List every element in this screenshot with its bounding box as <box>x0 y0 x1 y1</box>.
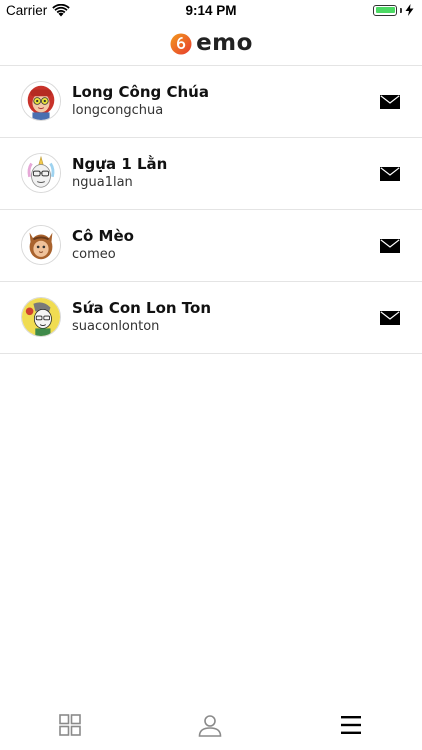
battery-icon <box>373 4 397 16</box>
contact-info: Cô Mèo comeo <box>72 226 134 264</box>
charging-bolt-icon <box>405 4 414 16</box>
status-time: 9:14 PM <box>185 3 237 18</box>
contact-username: ngua1lan <box>72 175 133 190</box>
tab-bar <box>0 702 422 750</box>
contact-name: Cô Mèo <box>72 227 134 245</box>
mail-icon[interactable] <box>380 239 400 253</box>
unicorn-horse-avatar <box>21 153 61 193</box>
contact-username: longcongchua <box>72 103 164 118</box>
contact-username: comeo <box>72 247 116 262</box>
contact-row[interactable]: Long Công Chúa longcongchua <box>0 65 422 138</box>
contact-row[interactable]: Cô Mèo comeo <box>0 210 422 282</box>
logo-mark-icon <box>170 33 192 55</box>
doodle-girl-avatar <box>21 297 61 337</box>
contact-list: Long Công Chúa longcongchua Ngựa 1 Lằn n… <box>0 65 422 354</box>
grid-icon[interactable] <box>57 712 83 738</box>
contact-name: Sứa Con Lon Ton <box>72 299 212 317</box>
contact-name: Long Công Chúa <box>72 83 209 101</box>
battery-indicator <box>373 4 414 16</box>
contact-info: Long Công Chúa longcongchua <box>72 82 209 120</box>
mail-icon[interactable] <box>380 311 400 325</box>
profile-icon[interactable] <box>197 712 223 738</box>
contact-name: Ngựa 1 Lằn <box>72 155 168 173</box>
red-haired-girl-avatar <box>21 81 61 121</box>
contact-username: suaconlonton <box>72 319 160 334</box>
mail-icon[interactable] <box>380 167 400 181</box>
logo-text: emo <box>196 30 253 56</box>
app-header: emo <box>0 28 422 58</box>
app-logo: emo <box>169 31 253 55</box>
contact-info: Ngựa 1 Lằn ngua1lan <box>72 154 167 192</box>
contact-row[interactable]: Sứa Con Lon Ton suaconlonton <box>0 282 422 354</box>
status-bar: Carrier 9:14 PM <box>0 0 422 22</box>
mail-icon[interactable] <box>380 95 400 109</box>
cat-girl-avatar <box>21 225 61 265</box>
menu-icon[interactable] <box>338 712 364 738</box>
contact-info: Sứa Con Lon Ton suaconlonton <box>72 298 211 336</box>
contact-row[interactable]: Ngựa 1 Lằn ngua1lan <box>0 138 422 210</box>
